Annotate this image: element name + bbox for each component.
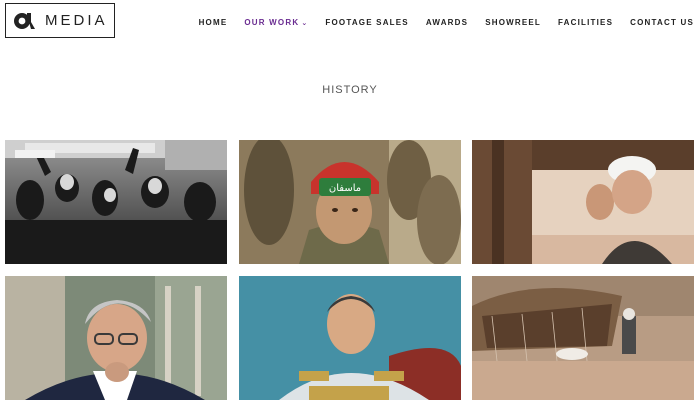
gallery-tile-cleric[interactable] [472,140,694,264]
protest-photo-image [5,140,227,264]
nav-item-footage-sales[interactable]: FOOTAGE SALES [325,18,408,27]
logo-mark-icon [14,12,35,29]
nav-item-awards[interactable]: AWARDS [426,18,468,27]
nav-item-facilities[interactable]: FACILITIES [558,18,613,27]
gallery-tile-man-in-suit[interactable] [5,276,227,400]
gallery-tile-protest[interactable] [5,140,227,264]
gallery-tile-shah-portrait[interactable] [239,276,461,400]
nav-item-label: OUR WORK [244,18,300,27]
gallery-tile-desert-tent[interactable] [472,276,694,400]
brand-logo[interactable]: MEDIA [5,3,115,38]
nav-item-contact-us[interactable]: CONTACT US [630,18,694,27]
nav-item-our-work[interactable]: OUR WORK ⌄ [244,18,308,27]
chevron-down-icon: ⌄ [301,20,309,27]
site-header: MEDIA HOME OUR WORK ⌄ FOOTAGE SALES AWARD… [0,0,700,50]
cleric-photo-image [472,140,694,264]
section-title: HISTORY [322,84,378,96]
man-in-suit-photo-image [5,276,227,400]
logo-text: MEDIA [45,12,108,29]
nav-item-home[interactable]: HOME [199,18,228,27]
nav-item-showreel[interactable]: SHOWREEL [485,18,541,27]
shah-portrait-photo-image [239,276,461,400]
headband-text: ماسفان [329,183,361,194]
gallery-tile-child-soldier[interactable]: ماسفان [239,140,461,264]
desert-tent-photo-image [472,276,694,400]
main-nav: HOME OUR WORK ⌄ FOOTAGE SALES AWARDS SHOW… [182,18,694,27]
child-soldier-photo-image: ماسفان [239,140,461,264]
